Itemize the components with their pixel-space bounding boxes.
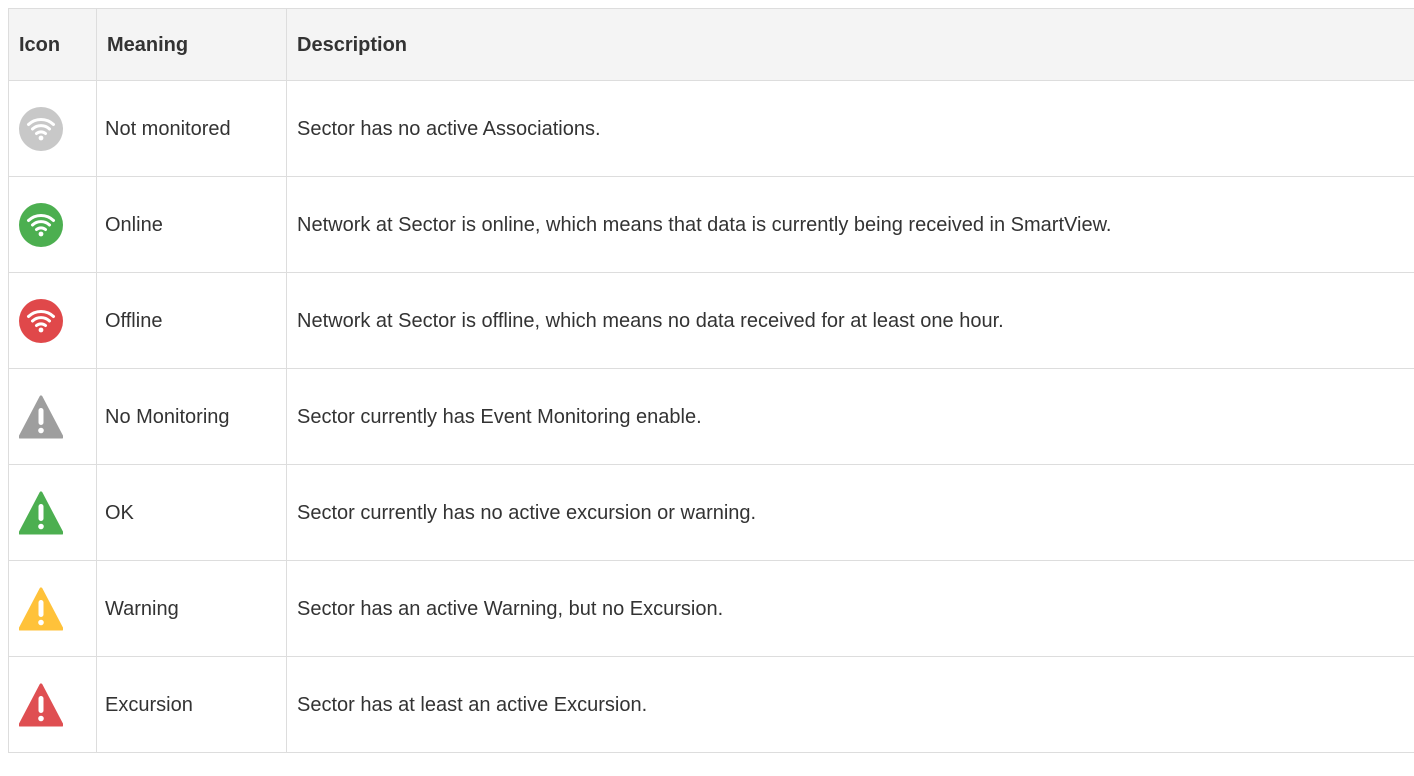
table-row: Not monitored Sector has no active Assoc… bbox=[8, 80, 1414, 177]
meaning-cell: Warning bbox=[96, 560, 287, 657]
description-cell: Sector has an active Warning, but no Exc… bbox=[286, 560, 1414, 657]
header-description: Description bbox=[286, 8, 1414, 81]
description-cell: Sector currently has no active excursion… bbox=[286, 464, 1414, 561]
warning-triangle-gray-icon bbox=[19, 395, 63, 439]
table-row: OK Sector currently has no active excurs… bbox=[8, 464, 1414, 561]
warning-triangle-red-icon bbox=[19, 683, 63, 727]
table-row: Warning Sector has an active Warning, bu… bbox=[8, 560, 1414, 657]
icon-cell bbox=[8, 80, 97, 177]
icon-cell bbox=[8, 464, 97, 561]
warning-triangle-green-icon bbox=[19, 491, 63, 535]
description-cell: Network at Sector is offline, which mean… bbox=[286, 272, 1414, 369]
meaning-cell: Excursion bbox=[96, 656, 287, 753]
warning-triangle-yellow-icon bbox=[19, 587, 63, 631]
icon-cell bbox=[8, 272, 97, 369]
icon-cell bbox=[8, 368, 97, 465]
meaning-cell: No Monitoring bbox=[96, 368, 287, 465]
icon-cell bbox=[8, 560, 97, 657]
header-meaning: Meaning bbox=[96, 8, 287, 81]
table-header: Icon Meaning Description bbox=[8, 8, 1414, 81]
table-row: Online Network at Sector is online, whic… bbox=[8, 176, 1414, 273]
icon-cell bbox=[8, 176, 97, 273]
status-legend-table: Icon Meaning Description Not monitored S… bbox=[8, 8, 1414, 753]
icon-cell bbox=[8, 656, 97, 753]
wifi-circle-green-icon bbox=[19, 202, 63, 247]
description-cell: Sector currently has Event Monitoring en… bbox=[286, 368, 1414, 465]
header-icon: Icon bbox=[8, 8, 97, 81]
table-row: No Monitoring Sector currently has Event… bbox=[8, 368, 1414, 465]
table-row: Excursion Sector has at least an active … bbox=[8, 656, 1414, 753]
table-body: Not monitored Sector has no active Assoc… bbox=[8, 80, 1414, 753]
meaning-cell: OK bbox=[96, 464, 287, 561]
meaning-cell: Not monitored bbox=[96, 80, 287, 177]
header-row: Icon Meaning Description bbox=[8, 8, 1414, 81]
wifi-circle-gray-icon bbox=[19, 106, 63, 151]
meaning-cell: Online bbox=[96, 176, 287, 273]
description-cell: Sector has at least an active Excursion. bbox=[286, 656, 1414, 753]
description-cell: Network at Sector is online, which means… bbox=[286, 176, 1414, 273]
table-row: Offline Network at Sector is offline, wh… bbox=[8, 272, 1414, 369]
description-cell: Sector has no active Associations. bbox=[286, 80, 1414, 177]
wifi-circle-red-icon bbox=[19, 298, 63, 343]
meaning-cell: Offline bbox=[96, 272, 287, 369]
